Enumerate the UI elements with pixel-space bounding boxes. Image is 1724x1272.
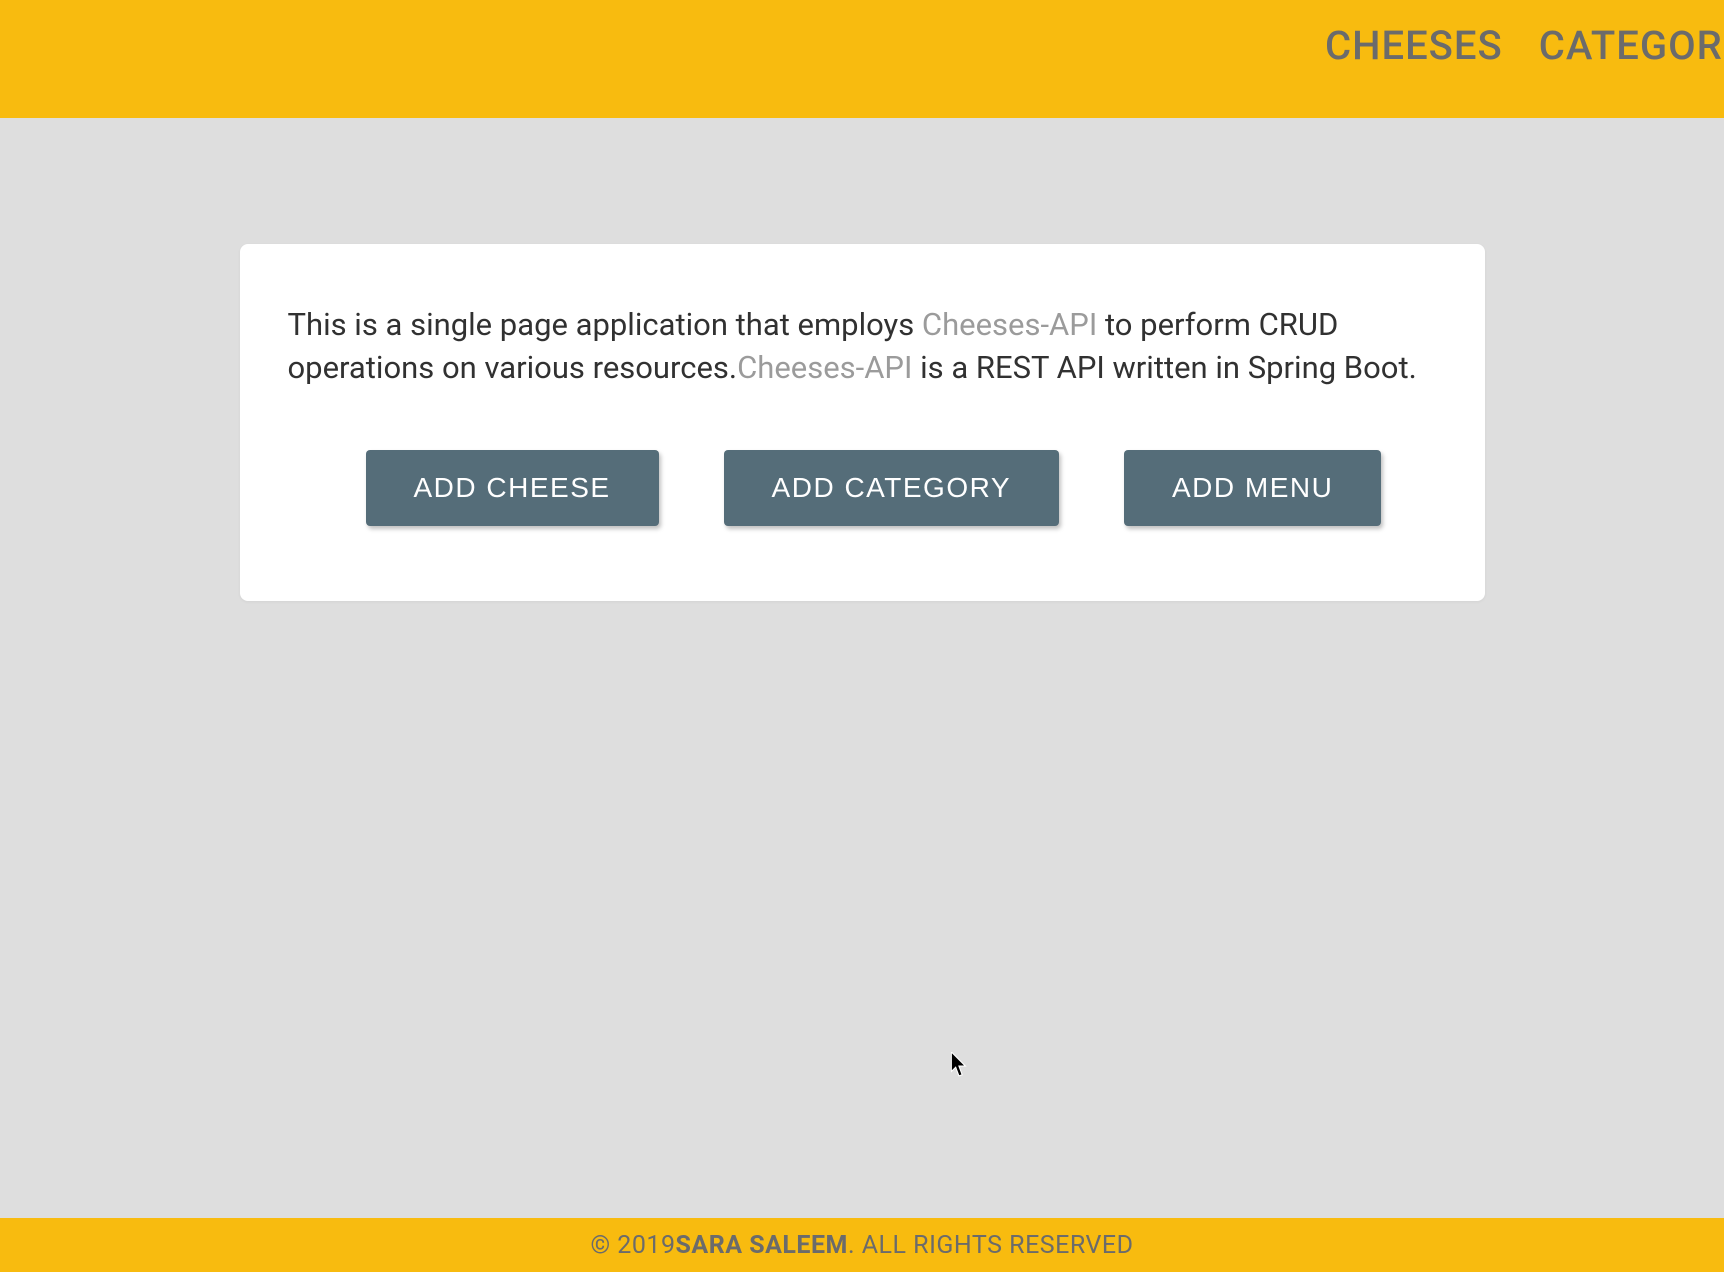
footer-suffix: . ALL RIGHTS RESERVED xyxy=(848,1231,1134,1260)
top-navbar: CHEESES CATEGORIES xyxy=(0,0,1724,118)
cheeses-api-link-1[interactable]: Cheeses-API xyxy=(922,306,1097,343)
footer-copyright: © 2019 xyxy=(590,1231,675,1260)
desc-text-1: This is a single page application that e… xyxy=(288,306,922,343)
button-row: ADD CHEESE ADD CATEGORY ADD MENU xyxy=(288,450,1437,526)
add-category-button[interactable]: ADD CATEGORY xyxy=(724,450,1059,526)
desc-text-3: is a REST API written in Spring Boot. xyxy=(912,349,1416,386)
add-cheese-button[interactable]: ADD CHEESE xyxy=(366,450,659,526)
cursor-icon xyxy=(951,1052,969,1078)
intro-card: This is a single page application that e… xyxy=(240,244,1485,601)
footer-author: SARA SALEEM xyxy=(676,1231,848,1260)
footer: © 2019 SARA SALEEM . ALL RIGHTS RESERVED xyxy=(0,1218,1724,1272)
intro-description: This is a single page application that e… xyxy=(288,304,1437,390)
nav-categories[interactable]: CATEGORIES xyxy=(1539,22,1724,69)
add-menu-button[interactable]: ADD MENU xyxy=(1124,450,1381,526)
nav-cheeses[interactable]: CHEESES xyxy=(1325,22,1503,69)
cheeses-api-link-2[interactable]: Cheeses-API xyxy=(737,349,912,386)
